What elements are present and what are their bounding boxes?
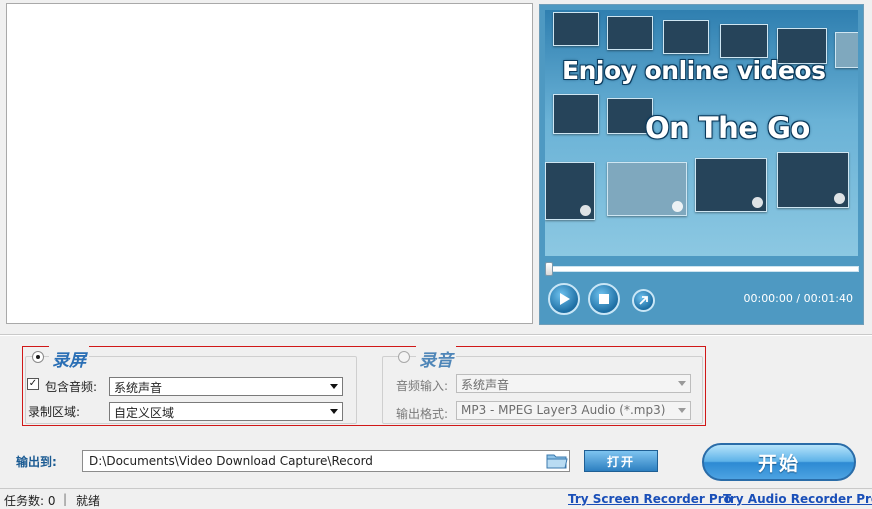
play-icon bbox=[560, 293, 570, 305]
record-area-label: 录制区域: bbox=[28, 405, 81, 419]
screen-record-radio[interactable] bbox=[32, 351, 44, 363]
output-path-label: 输出到: bbox=[16, 455, 57, 469]
divider bbox=[0, 334, 872, 336]
output-format-label: 输出格式: bbox=[396, 407, 449, 421]
open-folder-button[interactable]: 打开 bbox=[584, 450, 658, 472]
promo-thumbnail bbox=[545, 162, 595, 220]
start-button[interactable]: 开始 bbox=[702, 443, 856, 481]
promo-subheadline: On The Go bbox=[645, 111, 810, 145]
output-path-field[interactable]: D:\Documents\Video Download Capture\Reco… bbox=[82, 450, 570, 472]
promo-thumbnail bbox=[663, 20, 709, 54]
chevron-down-icon bbox=[678, 408, 686, 413]
promo-image: Enjoy online videos On The Go bbox=[545, 10, 858, 256]
promo-thumbnail bbox=[607, 162, 687, 216]
record-area-value: 自定义区域 bbox=[114, 406, 175, 420]
audio-source-value: 系统声音 bbox=[114, 381, 163, 395]
folder-icon[interactable] bbox=[546, 452, 568, 469]
seek-bar[interactable] bbox=[546, 266, 859, 272]
task-list-panel[interactable] bbox=[6, 3, 533, 324]
audio-input-value: 系统声音 bbox=[461, 378, 510, 392]
audio-source-select[interactable]: 系统声音 bbox=[109, 377, 343, 396]
status-bar: 任务数: 0 | 就绪 Try Screen Recorder Pro Try … bbox=[0, 488, 872, 509]
video-preview-panel: Enjoy online videos On The Go 00:00:00 /… bbox=[539, 4, 864, 325]
promo-headline: Enjoy online videos bbox=[562, 56, 826, 85]
stop-icon bbox=[599, 294, 609, 304]
promo-thumbnail bbox=[553, 12, 599, 46]
audio-record-radio[interactable] bbox=[398, 351, 410, 363]
stop-button[interactable] bbox=[588, 283, 620, 315]
status-text: 就绪 bbox=[76, 494, 101, 508]
promo-thumbnail bbox=[835, 32, 858, 68]
promo-thumbnail bbox=[777, 152, 849, 208]
record-area-select[interactable]: 自定义区域 bbox=[109, 402, 343, 421]
promo-thumbnail bbox=[720, 24, 768, 58]
expand-icon bbox=[639, 296, 648, 305]
chevron-down-icon bbox=[678, 381, 686, 386]
screen-record-title: 录屏 bbox=[49, 346, 89, 371]
play-button[interactable] bbox=[548, 283, 580, 315]
seek-handle[interactable] bbox=[545, 262, 553, 276]
screen-recorder-pro-link[interactable]: Try Screen Recorder Pro bbox=[568, 492, 732, 506]
task-count: 任务数: 0 bbox=[4, 494, 56, 508]
status-separator: | bbox=[63, 492, 68, 506]
promo-thumbnail bbox=[695, 158, 767, 212]
output-format-value: MP3 - MPEG Layer3 Audio (*.mp3) bbox=[461, 403, 666, 417]
audio-record-title: 录音 bbox=[416, 346, 456, 371]
include-audio-label: 包含音频: bbox=[45, 380, 98, 394]
audio-input-label: 音频输入: bbox=[396, 379, 449, 393]
output-format-select[interactable]: MP3 - MPEG Layer3 Audio (*.mp3) bbox=[456, 401, 691, 420]
promo-thumbnail bbox=[607, 16, 653, 50]
promo-thumbnail bbox=[553, 94, 599, 134]
playback-time: 00:00:00 / 00:01:40 bbox=[743, 292, 853, 305]
include-audio-checkbox[interactable]: ✓ bbox=[27, 378, 39, 390]
fullscreen-button[interactable] bbox=[632, 289, 655, 312]
chevron-down-icon bbox=[330, 409, 338, 414]
audio-recorder-pro-link[interactable]: Try Audio Recorder Pro bbox=[723, 492, 872, 506]
chevron-down-icon bbox=[330, 384, 338, 389]
audio-input-select[interactable]: 系统声音 bbox=[456, 374, 691, 393]
